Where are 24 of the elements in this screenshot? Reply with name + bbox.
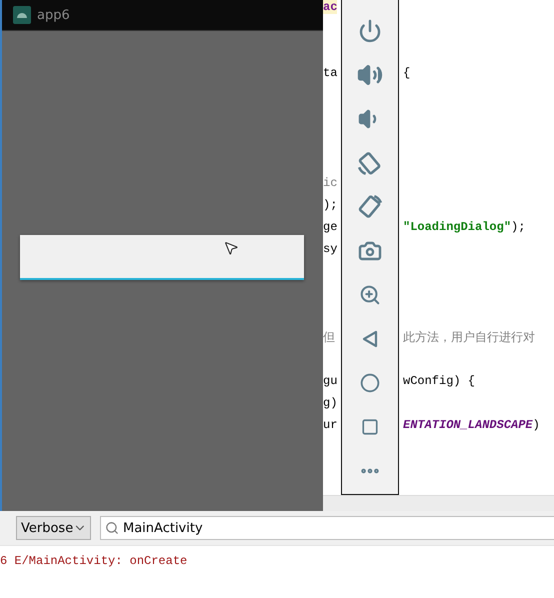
search-icon: [105, 521, 119, 535]
window-title: app6: [37, 8, 70, 22]
code-text: ): [532, 418, 540, 432]
code-text: ac: [323, 0, 338, 14]
log-level-dropdown[interactable]: Verbose: [16, 516, 91, 540]
code-text: 此方法，用户自行进行对: [403, 330, 535, 346]
code-text: ENTATION_LANDSCAPE: [403, 418, 533, 432]
code-text: 但: [323, 330, 335, 346]
code-text: {: [403, 66, 410, 80]
code-text: gu: [323, 374, 338, 388]
search-field[interactable]: MainActivity: [100, 516, 554, 540]
code-text: g): [323, 396, 338, 410]
code-text: sy: [323, 242, 338, 256]
android-icon: [13, 6, 31, 24]
code-text: "LoadingDialog": [403, 220, 512, 234]
log-line: 6 E/MainActivity: onCreate: [0, 554, 188, 568]
code-text: );: [511, 220, 526, 234]
code-text: ge: [323, 220, 338, 234]
cursor-icon: [223, 240, 239, 256]
code-text: );: [323, 198, 338, 212]
code-text: ic: [323, 176, 338, 190]
code-text: ur: [323, 418, 338, 432]
code-text: wConfig) {: [403, 374, 476, 388]
code-text: ta: [323, 66, 338, 80]
